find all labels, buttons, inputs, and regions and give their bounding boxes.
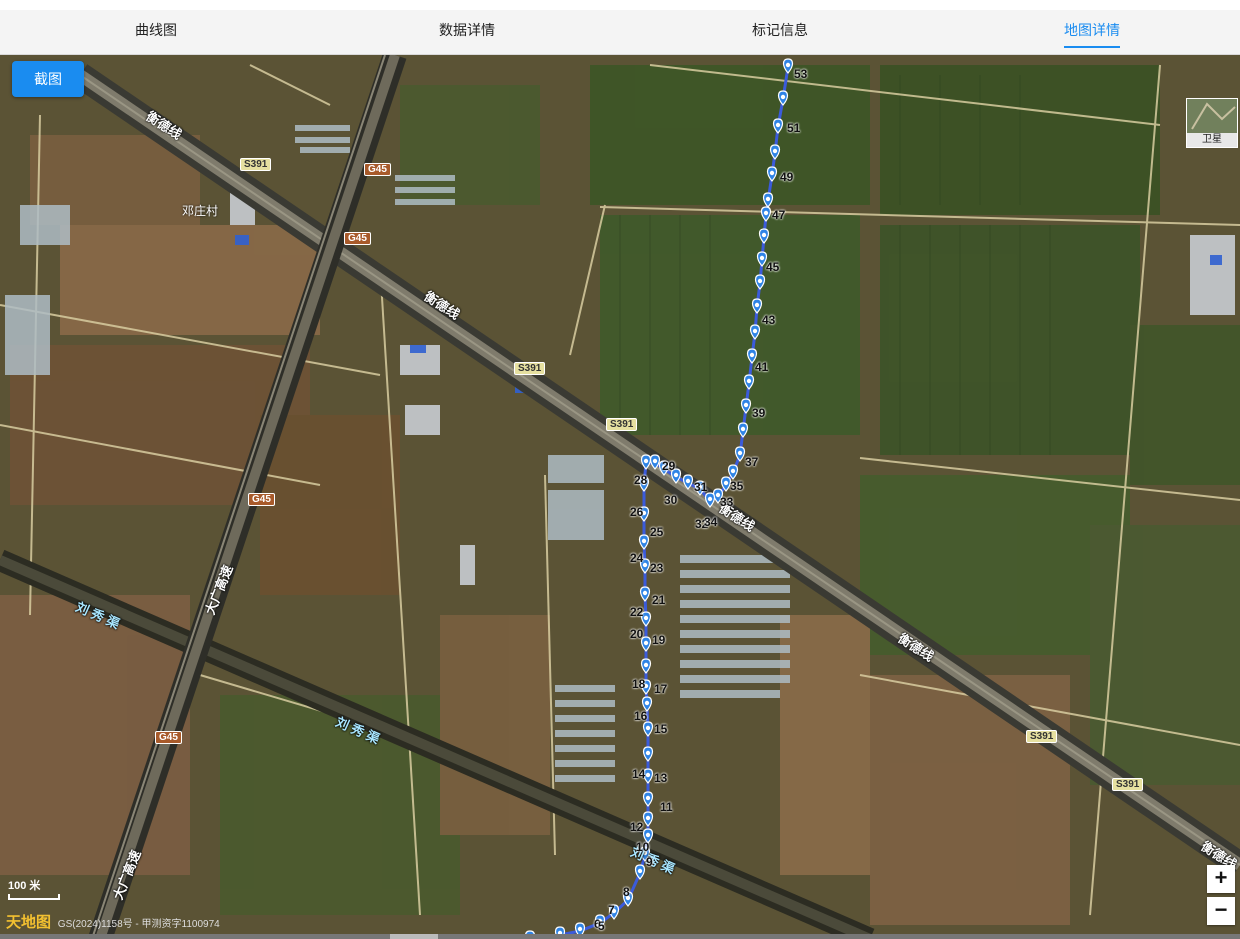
track-point-label: 53 (794, 67, 808, 81)
layer-switch-label: 卫星 (1187, 133, 1237, 147)
track-point-label: 19 (652, 633, 666, 647)
track-point-label: 37 (745, 455, 759, 469)
satellite-thumbnail-icon (1187, 99, 1237, 133)
track-point-label: 26 (630, 505, 644, 519)
map-scale: 100 米 (8, 877, 60, 900)
tab-curve-chart[interactable]: 曲线图 (135, 20, 177, 40)
map-credit-text: GS(2024)1158号 - 甲测资字1100974 (57, 919, 220, 930)
track-point-label: 13 (654, 771, 668, 785)
satellite-map[interactable]: 衡德线 衡德线 衡德线 衡德线 衡德线 大广高速 大广高速 刘 秀 渠 刘 秀 … (0, 55, 1240, 939)
road-shield-g45-1: G45 (364, 163, 391, 176)
track-point-label: 43 (762, 313, 776, 327)
tab-marker-info[interactable]: 标记信息 (752, 20, 808, 40)
track-point-label: 31 (694, 480, 708, 494)
track-point-label: 7 (608, 903, 615, 917)
track-point-label: 18 (632, 677, 646, 691)
screenshot-button[interactable]: 截图 (12, 61, 84, 97)
map-scale-text: 100 米 (8, 880, 41, 892)
track-point-label: 9 (646, 855, 653, 869)
track-point-label: 45 (766, 260, 780, 274)
satellite-imagery (0, 55, 1240, 939)
road-shield-g45-4: G45 (155, 731, 182, 744)
track-point-label: 16 (634, 709, 648, 723)
track-point-label: 22 (630, 605, 644, 619)
track-point-label: 17 (654, 682, 668, 696)
tab-data-details[interactable]: 数据详情 (439, 20, 495, 40)
track-point-label: 5 (598, 919, 605, 933)
track-point-label: 41 (755, 360, 769, 374)
track-point-label: 33 (720, 495, 734, 509)
track-point-label: 8 (623, 885, 630, 899)
tianditu-logo: 天地图 (6, 913, 52, 931)
road-shield-s391-2: S391 (514, 362, 546, 375)
map-credit: 天地图 GS(2024)1158号 - 甲测资字1100974 (6, 911, 220, 932)
track-point-label: 15 (654, 722, 668, 736)
track-point-label: 30 (664, 493, 678, 507)
road-shield-s391-4: S391 (1026, 730, 1058, 743)
track-point-label: 29 (662, 459, 676, 473)
track-point-label: 51 (787, 121, 801, 135)
track-point-label: 35 (730, 479, 744, 493)
track-point-label: 10 (636, 840, 650, 854)
road-shield-s391-1: S391 (240, 158, 272, 171)
track-point-label: 47 (772, 208, 786, 222)
track-point-label: 49 (780, 170, 794, 184)
map-scale-bar (8, 894, 60, 900)
track-point-label: 14 (632, 767, 646, 781)
track-point-label: 24 (630, 551, 644, 565)
road-shield-s391-3: S391 (606, 418, 638, 431)
track-point-label: 21 (652, 593, 666, 607)
tab-bar: 曲线图 数据详情 标记信息 地图详情 (0, 10, 1240, 55)
road-shield-s391-5: S391 (1112, 778, 1144, 791)
track-point-label: 25 (650, 525, 664, 539)
horizontal-scrollbar[interactable] (0, 934, 1240, 939)
track-point-label: 28 (634, 473, 648, 487)
zoom-out-button[interactable]: − (1207, 897, 1235, 925)
zoom-in-button[interactable]: + (1207, 865, 1235, 893)
road-shield-g45-2: G45 (344, 232, 371, 245)
track-point-label: 20 (630, 627, 644, 641)
scrollbar-thumb[interactable] (390, 934, 438, 939)
track-point-label: 23 (650, 561, 664, 575)
track-point-label: 34 (704, 515, 718, 529)
road-shield-g45-3: G45 (248, 493, 275, 506)
track-point-label: 39 (752, 406, 766, 420)
tab-bar-container: 曲线图 数据详情 标记信息 地图详情 (0, 0, 1240, 55)
tab-map-details[interactable]: 地图详情 (1064, 20, 1120, 48)
village-label: 邓庄村 (182, 204, 219, 218)
track-point-label: 12 (630, 820, 644, 834)
layer-switch-button[interactable]: 卫星 (1186, 98, 1238, 148)
track-point-label: 11 (660, 800, 673, 814)
